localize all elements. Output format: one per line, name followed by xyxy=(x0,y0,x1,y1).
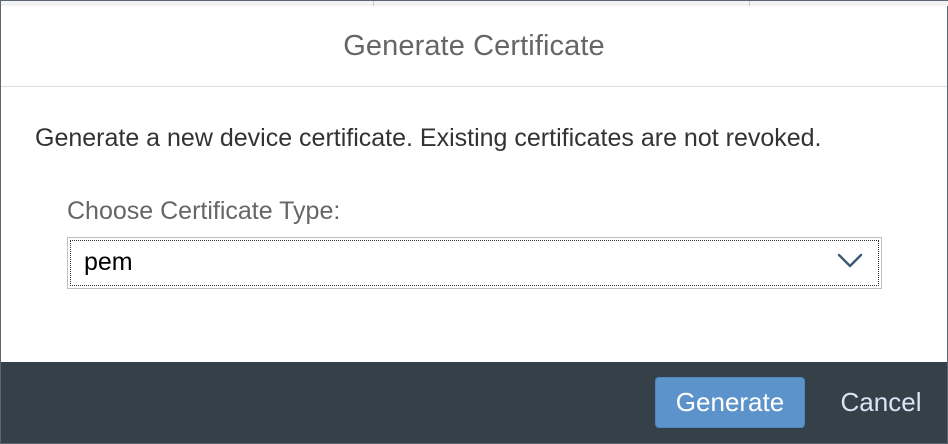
generate-certificate-dialog: Generate Certificate Generate a new devi… xyxy=(0,0,948,444)
certificate-type-label: Choose Certificate Type: xyxy=(67,197,341,225)
generate-button[interactable]: Generate xyxy=(655,377,805,428)
dialog-title: Generate Certificate xyxy=(343,29,605,62)
select-focus-outline xyxy=(70,240,879,286)
dialog-description: Generate a new device certificate. Exist… xyxy=(35,124,822,152)
certificate-type-value: pem xyxy=(84,248,133,276)
dialog-header: Generate Certificate xyxy=(1,6,947,87)
cancel-button[interactable]: Cancel xyxy=(823,377,939,428)
dialog-footer: Generate Cancel xyxy=(1,362,947,443)
chevron-down-icon xyxy=(837,253,863,268)
dialog-content: Generate a new device certificate. Exist… xyxy=(1,87,947,362)
certificate-type-select[interactable]: pem xyxy=(67,237,882,289)
